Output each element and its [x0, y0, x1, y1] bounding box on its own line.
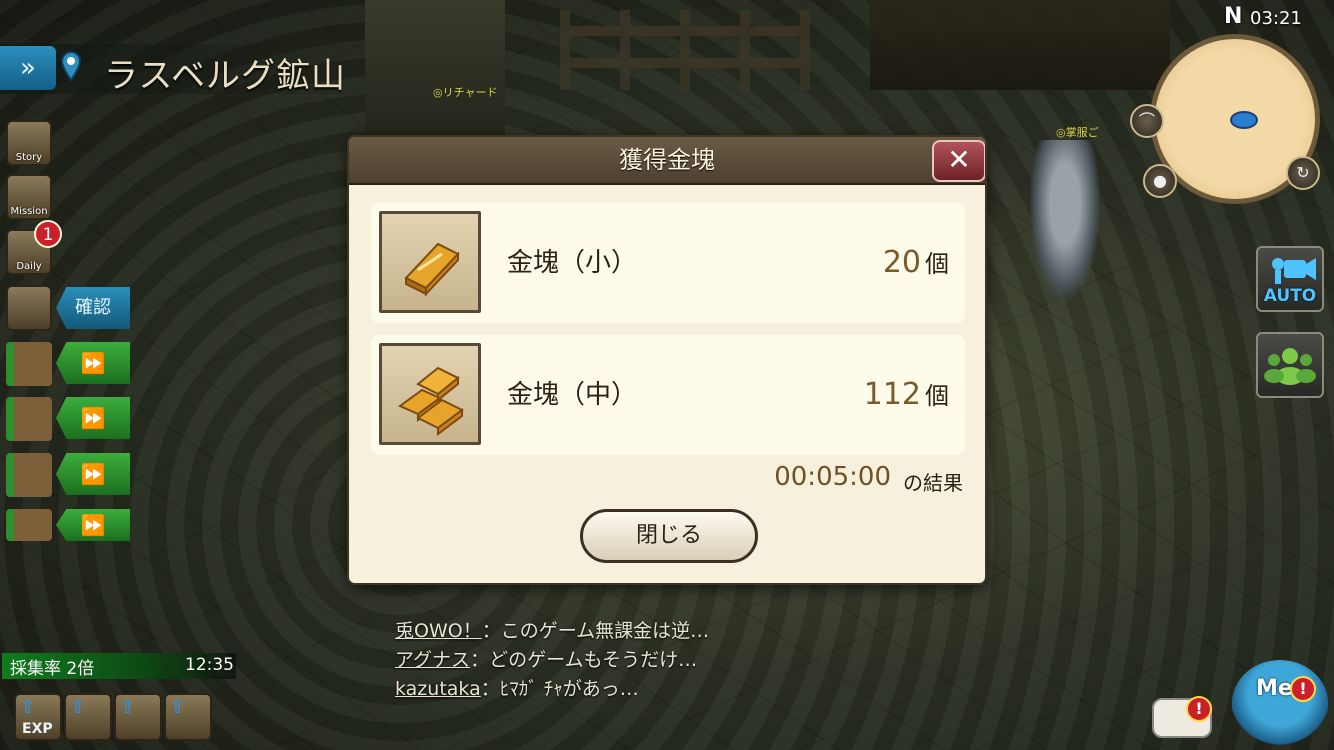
reward-dialog: 獲得金塊 ✕ 金塊（小） 20 個 金塊（中） 112 個 00:05:00 の…: [347, 135, 987, 585]
item-quantity: 20: [882, 245, 921, 280]
chat-user[interactable]: kazutaka: [395, 678, 481, 700]
reward-item-row: 金塊（中） 112 個: [371, 335, 965, 455]
me-alert-icon: !: [1290, 676, 1316, 702]
stone-wall: [365, 0, 505, 135]
map-character-icon[interactable]: ●: [1143, 164, 1177, 198]
npc-name-left[interactable]: ◎リチャード: [433, 84, 498, 100]
item-boost-button[interactable]: ⇧: [114, 693, 162, 741]
item-quantity: 112: [863, 377, 921, 412]
dialog-header: 獲得金塊 ✕: [349, 137, 985, 185]
queue-skip-button[interactable]: ⏩: [56, 397, 130, 439]
exp-boost-button[interactable]: ⇧ EXP: [14, 693, 62, 741]
map-rotate-icon[interactable]: ↻: [1286, 156, 1320, 190]
player-character[interactable]: [1030, 140, 1100, 300]
mining-queue-icon[interactable]: [6, 397, 52, 441]
mining-queue-icon[interactable]: [6, 342, 52, 386]
location-title: ラスベルグ鉱山: [104, 56, 346, 96]
camera-icon: [1272, 258, 1316, 284]
dialog-title: 獲得金塊: [619, 146, 715, 174]
mining-cart-icon[interactable]: [6, 285, 52, 331]
auto-label: AUTO: [1263, 286, 1317, 306]
chat-message: ：このゲーム無課金は逆…: [481, 620, 710, 642]
item-unit: 個: [925, 382, 949, 410]
clock: 03:21: [1250, 8, 1302, 29]
daily-label: Daily: [16, 261, 42, 272]
item-unit: 個: [925, 250, 949, 278]
me-character-icon[interactable]: [1232, 660, 1328, 746]
queue-skip-button[interactable]: ⏩: [56, 453, 130, 495]
auto-play-button[interactable]: AUTO: [1256, 246, 1324, 312]
reward-item-row: 金塊（小） 20 個: [371, 203, 965, 323]
mission-label: Mission: [10, 206, 48, 217]
wooden-fence: [560, 10, 810, 90]
arrow-up-icon: ⇧: [20, 697, 36, 718]
item-name: 金塊（中）: [507, 380, 638, 410]
player-marker-icon: [1230, 111, 1258, 129]
story-label: Story: [15, 152, 43, 163]
queue-skip-button[interactable]: ⏩: [56, 509, 130, 541]
gather-rate-label: 採集率 2倍: [10, 659, 95, 679]
chat-line: 兎OWO！：このゲーム無課金は逆…: [395, 617, 709, 646]
exp-label: EXP: [22, 721, 53, 737]
chat-message: ：どのゲームもそうだけ…: [470, 649, 698, 671]
mining-queue-icon[interactable]: [6, 453, 52, 497]
me-label: Me: [1256, 676, 1293, 701]
party-icon: [1264, 348, 1316, 385]
arrow-up-icon: ⇧: [120, 697, 136, 718]
chat-user[interactable]: 兎OWO！: [395, 620, 482, 642]
chat-user[interactable]: アグナス: [395, 649, 470, 671]
result-duration: 00:05:00: [774, 462, 891, 492]
gather-boost-button[interactable]: ⇧: [164, 693, 212, 741]
confirm-tab[interactable]: 確認: [56, 287, 130, 329]
npc-name-right[interactable]: ◎掌服ご: [1056, 124, 1099, 140]
mission-button[interactable]: Mission: [6, 174, 52, 220]
daily-notification-badge: 1: [34, 220, 62, 248]
chat-alert-icon: !: [1186, 696, 1212, 722]
arrow-up-icon: ⇧: [170, 697, 186, 718]
close-icon[interactable]: ✕: [932, 140, 985, 182]
item-name: 金塊（小）: [507, 248, 638, 278]
chat-line: kazutaka：ﾋﾏｶﾞ ﾁｬがあっ…: [395, 675, 709, 704]
result-suffix: の結果: [903, 471, 963, 495]
chat-message: ：ﾋﾏｶﾞ ﾁｬがあっ…: [480, 678, 639, 700]
gather-rate-timer: 12:35: [185, 655, 234, 675]
story-button[interactable]: Story: [6, 120, 52, 166]
coin-boost-button[interactable]: ⇧: [64, 693, 112, 741]
fast-forward-button[interactable]: »: [0, 46, 56, 90]
chat-log[interactable]: 兎OWO！：このゲーム無課金は逆… アグナス：どのゲームもそうだけ… kazut…: [395, 617, 709, 704]
chat-line: アグナス：どのゲームもそうだけ…: [395, 646, 709, 675]
arrow-up-icon: ⇧: [70, 697, 86, 718]
wooden-crates: [870, 0, 1170, 90]
gold-bar-small-icon: [379, 211, 481, 313]
compass-north-icon: N: [1224, 4, 1243, 29]
gold-bar-medium-icon: [379, 343, 481, 445]
party-button[interactable]: [1256, 332, 1324, 398]
close-button[interactable]: 閉じる: [580, 509, 758, 563]
map-zoom-icon[interactable]: ⌒: [1130, 104, 1164, 138]
map-pin-icon: [60, 50, 82, 82]
queue-skip-button[interactable]: ⏩: [56, 342, 130, 384]
mining-queue-icon[interactable]: [6, 509, 52, 541]
